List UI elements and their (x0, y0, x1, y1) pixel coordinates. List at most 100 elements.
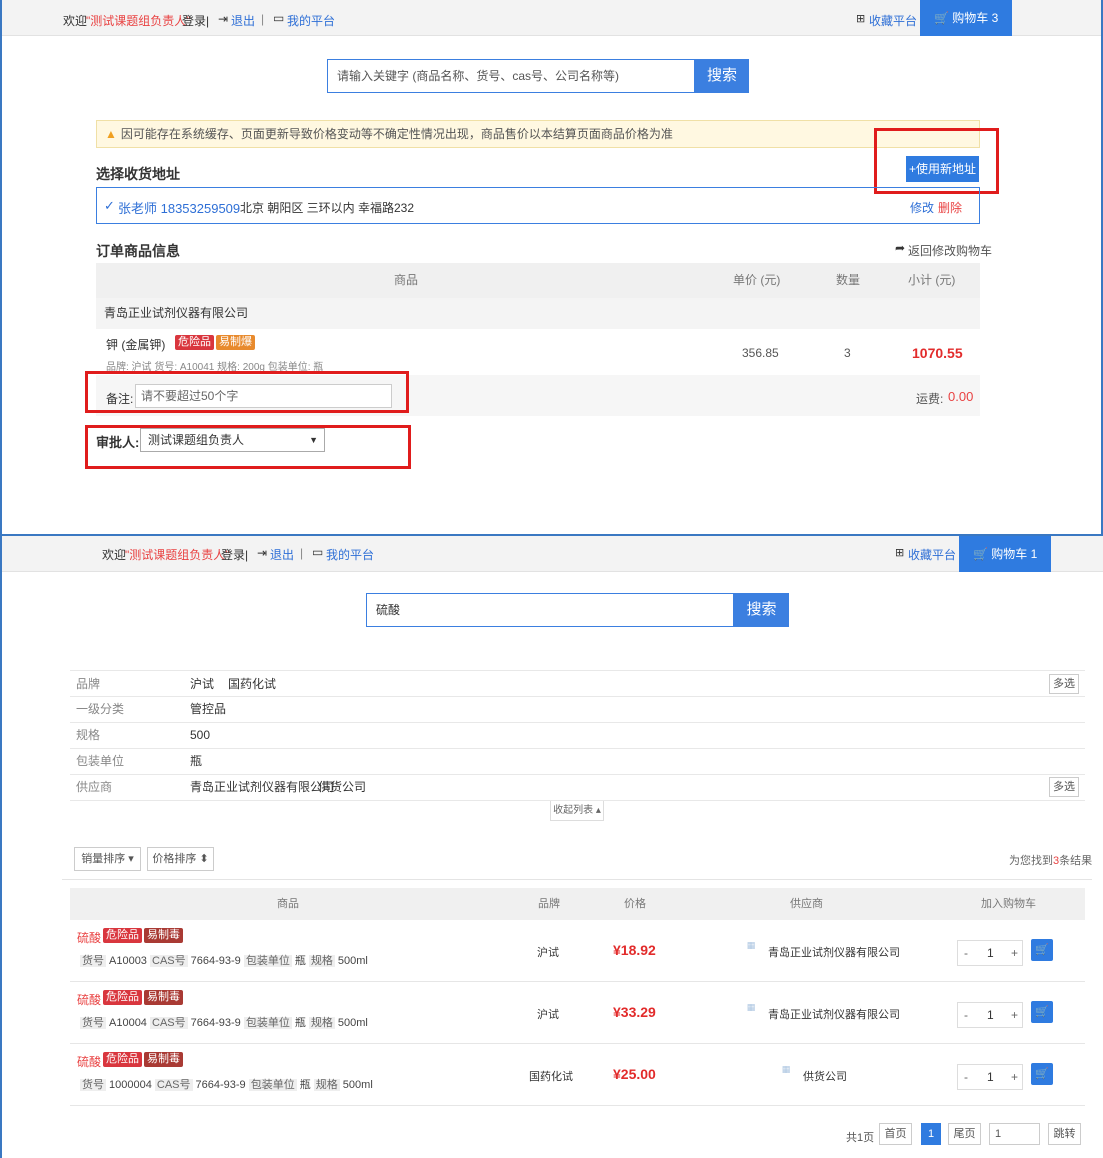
filter-label: 包装单位 (76, 754, 125, 768)
product-name[interactable]: 硫酸 (77, 929, 101, 946)
username: "测试课题组负责人" (86, 14, 191, 28)
quantity-value[interactable]: 1 (987, 1003, 994, 1027)
increment-button[interactable]: + (1011, 1065, 1018, 1089)
sort-by-sales-button[interactable]: 销量排序 ▾ (74, 847, 141, 871)
quantity-value[interactable]: 1 (987, 1065, 994, 1089)
hazard-tag: 危险品 (103, 1052, 142, 1068)
product-row: 硫酸 危险品 易制毒 货号 1000004 CAS号 7664-93-9 包装单位瓶 … (70, 1044, 1085, 1106)
filter-value[interactable]: 管控品 (190, 696, 226, 722)
precursor-tag: 易制毒 (144, 928, 183, 944)
search-button-2[interactable]: 搜索 (734, 593, 789, 627)
product-price: ¥25.00 (613, 1066, 656, 1082)
separator-2: | (300, 546, 304, 560)
my-platform-link[interactable]: 我的平台 (287, 12, 335, 29)
search-input-2[interactable]: 硫酸 (366, 593, 734, 627)
separator: | (261, 12, 265, 26)
product-name[interactable]: 硫酸 (77, 1053, 101, 1070)
item-unit-price: 356.85 (742, 346, 779, 360)
spec-value: 500ml (337, 955, 368, 967)
increment-button[interactable]: + (1011, 941, 1018, 965)
supplier-logo-icon: ▦ (746, 940, 756, 950)
item-name: 钾 (金属钾) (106, 338, 166, 352)
pager-jump-button[interactable]: 跳转 (1048, 1123, 1081, 1145)
cas-label: CAS号 (154, 1079, 193, 1091)
shipping-value: 0.00 (948, 389, 974, 404)
collapse-list-button[interactable]: 收起列表 ▴ (550, 801, 604, 821)
pager-last-button[interactable]: 尾页 (948, 1123, 981, 1145)
quantity-stepper[interactable]: - 1 + (957, 940, 1023, 966)
spec-value: 500ml (342, 1079, 373, 1091)
pager-jump-input[interactable]: 1 (989, 1123, 1040, 1145)
col-supplier: 供应商 (790, 898, 823, 910)
multi-select-button[interactable]: 多选 (1049, 777, 1079, 797)
filter-value[interactable]: 沪试 (190, 671, 214, 697)
filter-value[interactable]: 供货公司 (318, 774, 366, 800)
add-to-cart-icon[interactable]: 🛒 (1031, 1001, 1053, 1023)
favorites-link[interactable]: 收藏平台 (869, 12, 917, 29)
multi-select-button[interactable]: 多选 (1049, 674, 1079, 694)
cart-button-2[interactable]: 🛒 购物车 1 件 (959, 536, 1051, 597)
add-to-cart-icon[interactable]: 🛒 (1031, 939, 1053, 961)
monitor-icon-2: ▭ (312, 545, 324, 559)
item-subtotal: 1070.55 (912, 345, 963, 361)
filter-value[interactable]: 国药化试 (228, 671, 276, 697)
quantity-stepper[interactable]: - 1 + (957, 1002, 1023, 1028)
filter-value[interactable]: 青岛正业试剂仪器有限公司 (190, 774, 334, 800)
product-supplier[interactable]: 供货公司 (803, 1068, 847, 1084)
favorites-link-2[interactable]: 收藏平台 (908, 546, 956, 563)
col-price: 价格 (624, 898, 646, 910)
filter-label: 规格 (76, 728, 101, 742)
order-table-header: 商品 单价 (元) 数量 小计 (元) (96, 263, 980, 298)
supplier-row: 青岛正业试剂仪器有限公司 (96, 298, 980, 329)
sku-label: 货号 (80, 1017, 106, 1029)
sku-label: 货号 (80, 955, 106, 967)
filter-label: 供应商 (76, 780, 113, 794)
pager-first-button[interactable]: 首页 (879, 1123, 912, 1145)
decrement-button[interactable]: - (964, 1065, 968, 1089)
plus-square-icon-2: ⊞ (895, 547, 905, 559)
address-title: 选择收货地址 (96, 166, 180, 182)
notice-text: 因可能存在系统缓存、页面更新导致价格变动等不确定性情况出现，商品售价以本结算页面… (120, 127, 673, 141)
highlight-box-new-address (874, 128, 999, 194)
sort-by-price-button[interactable]: 价格排序 ⬍ (147, 847, 214, 871)
top-bar: 欢迎 "测试课题组负责人" 登录| ⇥ 退出 | ▭ 我的平台 ⊞ 收藏平台 🛒… (2, 0, 1101, 61)
hazard-tag: 危险品 (103, 928, 142, 944)
my-platform-link-2[interactable]: 我的平台 (326, 546, 374, 563)
decrement-button[interactable]: - (964, 941, 968, 965)
product-supplier[interactable]: 青岛正业试剂仪器有限公司 (768, 944, 900, 960)
delete-address-link[interactable]: 删除 (938, 199, 962, 216)
supplier-logo-icon: ▦ (746, 1002, 756, 1012)
hazard-tag: 危险品 (103, 990, 142, 1006)
back-to-cart-link[interactable]: 返回修改购物车 (908, 242, 992, 259)
cart-button[interactable]: 🛒 购物车 3 件 (920, 0, 1012, 61)
precursor-tag: 易制毒 (144, 990, 183, 1006)
search-button[interactable]: 搜索 (695, 59, 749, 93)
edit-address-link[interactable]: 修改 (910, 199, 934, 216)
cart-icon-2: 🛒 (973, 547, 988, 561)
check-icon: ✓ (104, 198, 115, 213)
logout-link-2[interactable]: 退出 (270, 546, 294, 563)
shipping-label: 运费: (916, 392, 944, 406)
welcome-text-2: 欢迎 (102, 548, 127, 562)
highlight-box-remark (85, 371, 409, 413)
product-supplier[interactable]: 青岛正业试剂仪器有限公司 (768, 1006, 900, 1022)
add-to-cart-icon[interactable]: 🛒 (1031, 1063, 1053, 1085)
pager-current-page[interactable]: 1 (921, 1123, 941, 1145)
address-detail: 北京 朝阳区 三环以内 幸福路232 (240, 201, 415, 215)
filter-value[interactable]: 500 (190, 722, 210, 748)
address-card[interactable]: ✓ 张老师 18353259509 北京 朝阳区 三环以内 幸福路232 修改 … (96, 187, 980, 224)
pager-total: 共1页 (846, 1132, 875, 1144)
product-tags: 危险品 易制毒 (101, 1052, 183, 1068)
pack-value: 瓶 (299, 1079, 311, 1091)
search-input[interactable]: 请输入关键字 (商品名称、货号、cas号、公司名称等) (327, 59, 695, 93)
filter-value[interactable]: 瓶 (190, 748, 202, 774)
pack-value: 瓶 (294, 1017, 306, 1029)
logout-icon-2: ⇥ (257, 546, 268, 560)
quantity-value[interactable]: 1 (987, 941, 994, 965)
filter-row-brand: 品牌 沪试 国药化试 多选 (70, 670, 1085, 697)
logout-link[interactable]: 退出 (231, 12, 255, 29)
product-name[interactable]: 硫酸 (77, 991, 101, 1008)
increment-button[interactable]: + (1011, 1003, 1018, 1027)
quantity-stepper[interactable]: - 1 + (957, 1064, 1023, 1090)
decrement-button[interactable]: - (964, 1003, 968, 1027)
